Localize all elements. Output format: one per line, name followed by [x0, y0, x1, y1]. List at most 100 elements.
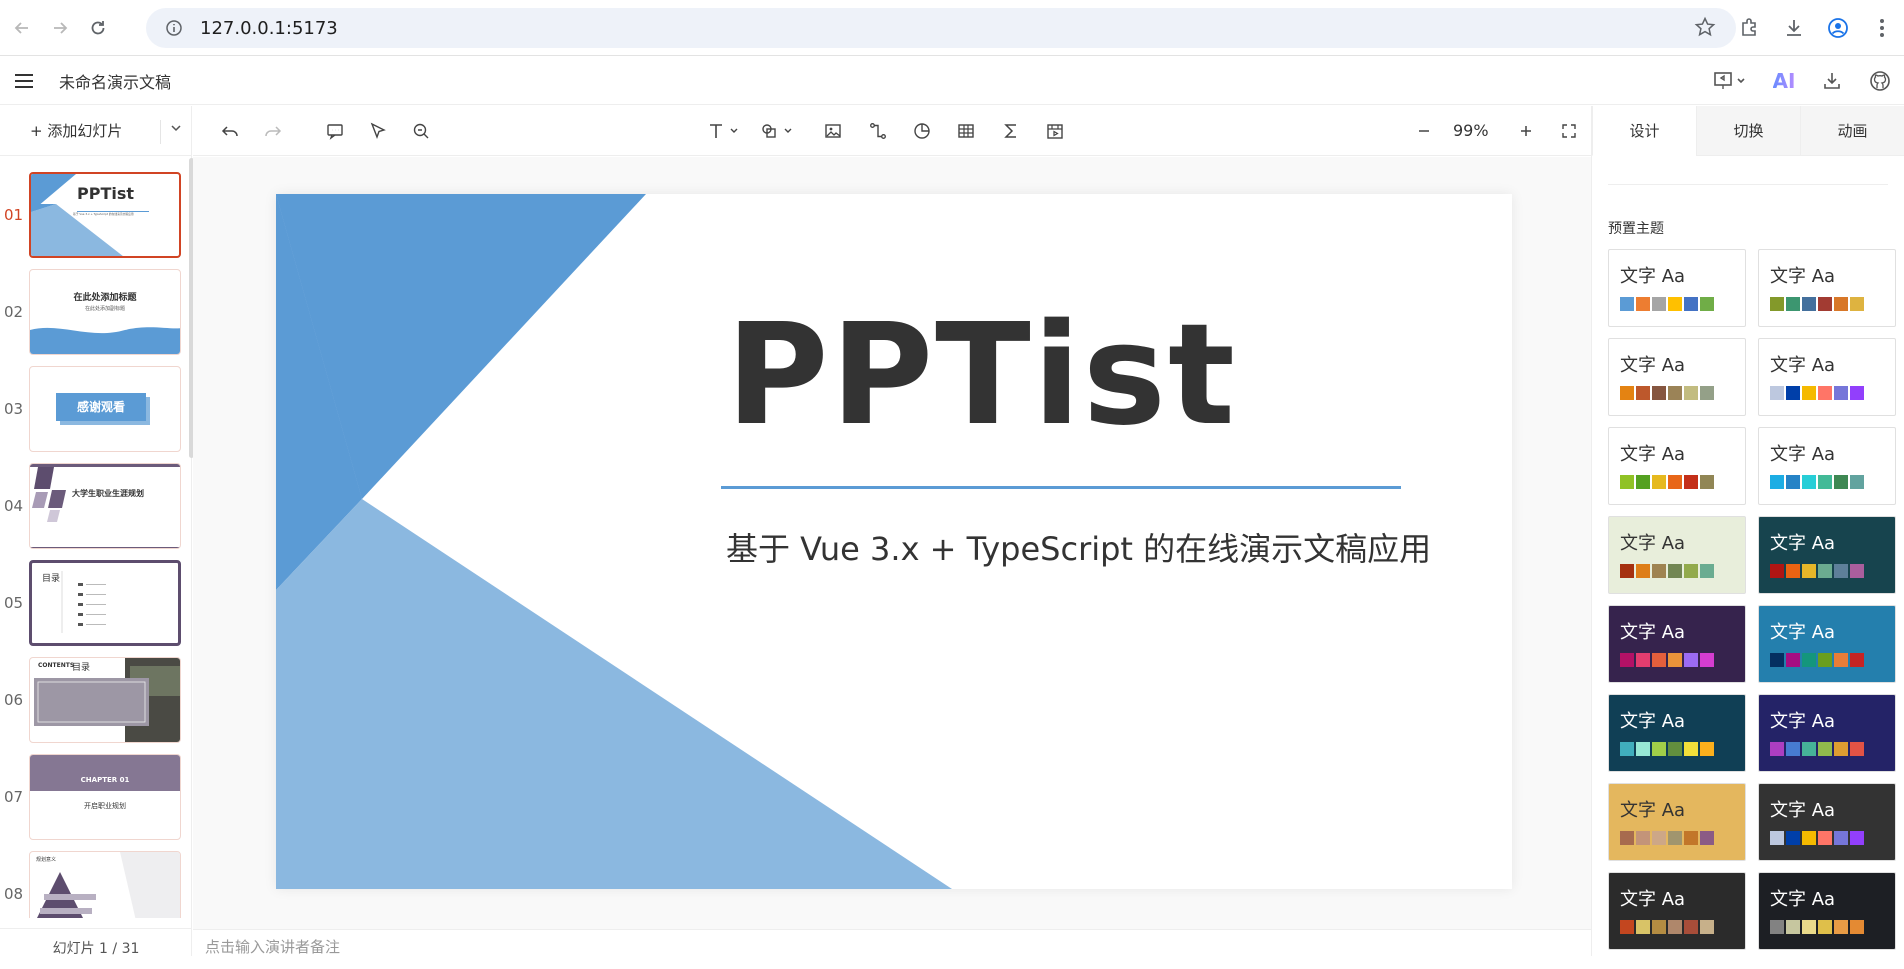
color-swatch	[1636, 564, 1650, 578]
shape-tool-button[interactable]	[759, 118, 799, 144]
redo-button[interactable]	[260, 118, 286, 144]
forward-button[interactable]	[44, 12, 76, 44]
tab-transition[interactable]: 切换	[1696, 106, 1800, 156]
editor-toolbar: 99%	[193, 106, 1591, 156]
theme-card[interactable]: 文字 Aa	[1758, 783, 1896, 861]
table-tool-button[interactable]	[953, 118, 979, 144]
theme-card[interactable]: 文字 Aa	[1758, 338, 1896, 416]
slide-thumbnail[interactable]: 目录	[29, 560, 181, 646]
present-button[interactable]	[1700, 71, 1760, 91]
theme-card[interactable]: 文字 Aa	[1758, 605, 1896, 683]
github-button[interactable]	[1856, 70, 1904, 92]
thumbnail-row[interactable]: 01 PPTist 基于 Vue 3.x + TypeScript 的在线演示文…	[0, 172, 190, 260]
color-swatch	[1802, 475, 1816, 489]
back-button[interactable]	[6, 12, 38, 44]
chart-tool-button[interactable]	[909, 118, 935, 144]
slide-thumbnail[interactable]: 感谢观看	[29, 366, 181, 452]
slide-thumbnail[interactable]: PPTist 基于 Vue 3.x + TypeScript 的在线演示文稿应用	[29, 172, 181, 258]
select-button[interactable]	[365, 118, 391, 144]
text-tool-button[interactable]	[705, 118, 745, 144]
extensions-icon[interactable]	[1728, 17, 1772, 39]
thumbnail-row[interactable]: 03 感谢观看	[0, 366, 190, 454]
theme-card[interactable]: 文字 Aa	[1758, 872, 1896, 950]
color-swatch	[1620, 297, 1634, 311]
chevron-down-icon[interactable]	[170, 122, 182, 137]
theme-card[interactable]: 文字 Aa	[1608, 872, 1746, 950]
tab-animation[interactable]: 动画	[1800, 106, 1904, 156]
color-swatch	[1834, 742, 1848, 756]
color-swatch	[1850, 297, 1864, 311]
thumbnail-row[interactable]: 08 规划意义	[0, 851, 190, 918]
formula-tool-button[interactable]	[998, 118, 1024, 144]
export-button[interactable]	[1808, 70, 1856, 92]
document-title[interactable]: 未命名演示文稿	[59, 69, 171, 93]
slide-title[interactable]: PPTist	[726, 294, 1237, 457]
bookmark-star-icon[interactable]	[1694, 16, 1716, 42]
tab-design[interactable]: 设计	[1592, 106, 1696, 156]
speaker-notes-input[interactable]: 点击输入演讲者备注	[193, 929, 1591, 956]
theme-card[interactable]: 文字 Aa	[1758, 694, 1896, 772]
thumbnail-row[interactable]: 05 目录	[0, 560, 190, 648]
title-divider-line[interactable]	[721, 486, 1401, 489]
profile-icon[interactable]	[1816, 17, 1860, 39]
slide-canvas[interactable]: PPTist 基于 Vue 3.x + TypeScript 的在线演示文稿应用	[276, 194, 1512, 889]
zoom-level[interactable]: 99%	[1453, 121, 1489, 140]
text-icon	[710, 124, 738, 138]
slide-subtitle[interactable]: 基于 Vue 3.x + TypeScript 的在线演示文稿应用	[726, 524, 1431, 570]
slide-thumbnail-list: 01 PPTist 基于 Vue 3.x + TypeScript 的在线演示文…	[0, 158, 190, 918]
ai-button[interactable]: AI	[1760, 69, 1808, 93]
fit-screen-button[interactable]	[1556, 118, 1582, 144]
theme-card[interactable]: 文字 Aa	[1758, 516, 1896, 594]
theme-color-swatches	[1620, 920, 1714, 934]
thumbnail-row[interactable]: 07 CHAPTER 01 开启职业规划	[0, 754, 190, 842]
slide-thumbnail[interactable]: 在此处添加标题 在此处添加副标题	[29, 269, 181, 355]
color-swatch	[1668, 920, 1682, 934]
color-swatch	[1636, 386, 1650, 400]
shape-icon	[762, 124, 792, 138]
slide-thumbnail[interactable]: CONTENTS 目录	[29, 657, 181, 743]
arrow-right-icon	[54, 21, 68, 34]
color-swatch	[1684, 564, 1698, 578]
thumbnail-title: 感谢观看	[56, 393, 146, 421]
ai-label: AI	[1772, 69, 1796, 93]
theme-card[interactable]: 文字 Aa	[1608, 427, 1746, 505]
theme-card[interactable]: 文字 Aa	[1758, 249, 1896, 327]
comment-button[interactable]	[322, 118, 348, 144]
theme-card[interactable]: 文字 Aa	[1608, 783, 1746, 861]
color-swatch	[1668, 653, 1682, 667]
download-icon[interactable]	[1772, 17, 1816, 39]
thumbnail-row[interactable]: 06 CONTENTS 目录	[0, 657, 190, 745]
theme-card[interactable]: 文字 Aa	[1608, 516, 1746, 594]
canvas-area[interactable]: PPTist 基于 Vue 3.x + TypeScript 的在线演示文稿应用	[193, 157, 1591, 929]
media-tool-button[interactable]	[1042, 118, 1068, 144]
theme-sample-text: 文字 Aa	[1770, 355, 1836, 376]
line-tool-button[interactable]	[865, 118, 891, 144]
site-info-icon[interactable]	[160, 19, 188, 37]
hamburger-menu-icon[interactable]	[15, 73, 39, 88]
color-swatch	[1652, 831, 1666, 845]
theme-card[interactable]: 文字 Aa	[1608, 249, 1746, 327]
undo-button[interactable]	[217, 118, 243, 144]
theme-sample-text: 文字 Aa	[1620, 800, 1686, 821]
thumbnail-row[interactable]: 04 大学生职业生涯规划	[0, 463, 190, 551]
color-swatch	[1770, 742, 1784, 756]
theme-sample-text: 文字 Aa	[1620, 622, 1686, 643]
thumbnail-row[interactable]: 02 在此处添加标题 在此处添加副标题	[0, 269, 190, 357]
address-bar[interactable]: 127.0.0.1:5173	[146, 8, 1736, 48]
color-swatch	[1684, 386, 1698, 400]
theme-card[interactable]: 文字 Aa	[1608, 694, 1746, 772]
slide-thumbnail[interactable]: 大学生职业生涯规划	[29, 463, 181, 549]
search-button[interactable]	[408, 118, 434, 144]
image-tool-button[interactable]	[820, 118, 846, 144]
url-text[interactable]: 127.0.0.1:5173	[200, 18, 338, 39]
slide-thumbnail[interactable]: CHAPTER 01 开启职业规划	[29, 754, 181, 840]
zoom-out-button[interactable]	[1411, 118, 1437, 144]
add-slide-button[interactable]: + 添加幻灯片	[30, 120, 122, 141]
slide-thumbnail[interactable]: 规划意义	[29, 851, 181, 918]
theme-card[interactable]: 文字 Aa	[1608, 338, 1746, 416]
theme-card[interactable]: 文字 Aa	[1758, 427, 1896, 505]
reload-button[interactable]	[82, 12, 114, 44]
theme-card[interactable]: 文字 Aa	[1608, 605, 1746, 683]
more-vert-icon[interactable]	[1860, 18, 1904, 38]
zoom-in-button[interactable]	[1513, 118, 1539, 144]
